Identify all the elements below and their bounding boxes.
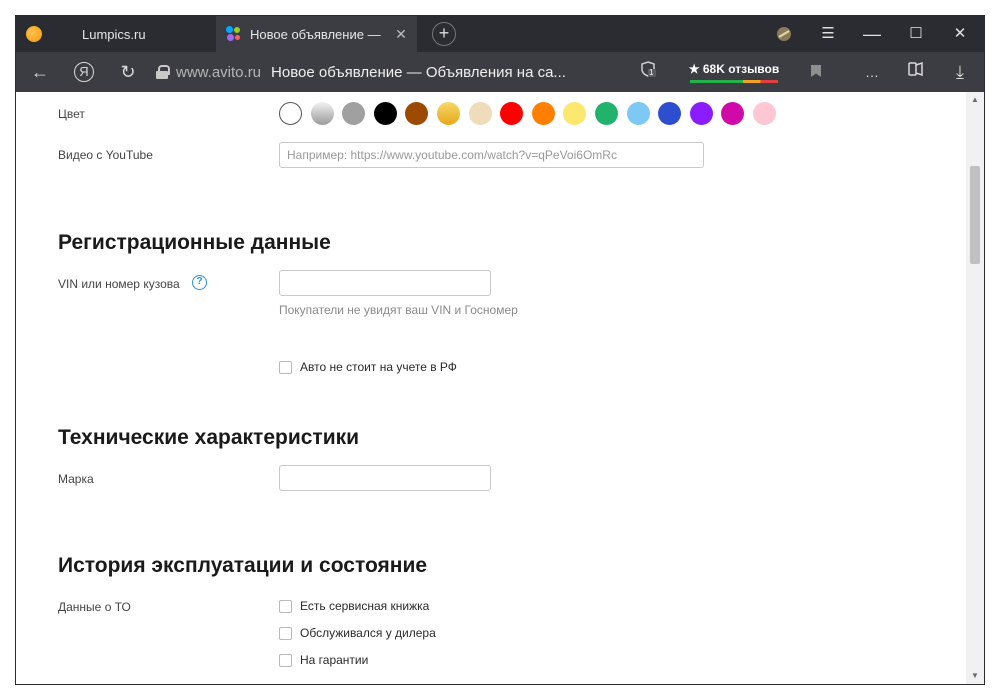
help-icon[interactable]: ?	[192, 275, 207, 290]
history-section-title: История эксплуатации и состояние	[58, 554, 428, 577]
brand-label: Марка	[58, 472, 94, 486]
color-label: Цвет	[58, 107, 85, 121]
tab-avito[interactable]: Новое объявление — О ✕	[216, 16, 417, 52]
service-option[interactable]: Есть сервисная книжка	[279, 598, 429, 614]
youtube-label: Видео с YouTube	[58, 148, 153, 162]
url-page-title: Новое объявление — Объявления на са...	[271, 63, 566, 81]
close-tab-icon[interactable]: ✕	[393, 26, 409, 42]
color-swatch[interactable]	[689, 102, 713, 125]
download-icon[interactable]: ⤓	[948, 60, 972, 84]
lumpics-favicon-icon	[26, 26, 42, 42]
vin-hint: Покупатели не увидят ваш VIN и Госномер	[279, 303, 518, 317]
service-option[interactable]: Обслуживался у дилера	[279, 625, 436, 641]
url-field[interactable]: www.avito.ru Новое объявление — Объявлен…	[156, 57, 646, 87]
service-book-checkbox[interactable]	[279, 599, 292, 613]
scroll-up-icon[interactable]: ▲	[970, 95, 980, 105]
color-swatch[interactable]	[753, 102, 776, 125]
service-option[interactable]: На гарантии	[279, 652, 368, 668]
color-swatch[interactable]	[595, 102, 618, 125]
color-swatch[interactable]	[342, 102, 366, 125]
color-swatch[interactable]	[310, 102, 334, 125]
color-swatch[interactable]	[373, 102, 397, 125]
color-swatch[interactable]	[437, 102, 460, 125]
user-avatar-icon[interactable]	[762, 16, 806, 52]
more-icon[interactable]: …	[860, 60, 884, 84]
hamburger-icon[interactable]: ☰	[806, 16, 850, 52]
vin-input[interactable]	[279, 270, 491, 296]
color-swatch[interactable]	[279, 102, 302, 125]
reviews-button[interactable]: ★ 68K отзывов	[688, 59, 780, 85]
tab-strip: Lumpics.ru Новое объявление — О ✕ + ☰ — …	[16, 16, 984, 52]
minimize-icon[interactable]: —	[850, 16, 894, 52]
color-swatch[interactable]	[626, 102, 650, 125]
color-swatch[interactable]	[468, 102, 492, 125]
service-option-label: Есть сервисная книжка	[300, 599, 430, 613]
arrow-left-icon[interactable]: ←	[28, 60, 52, 84]
service-option-label: Обслуживался у дилера	[300, 626, 436, 640]
not-registered-checkbox[interactable]	[279, 360, 292, 374]
bookmark-icon[interactable]	[804, 60, 828, 84]
new-tab-button[interactable]: +	[432, 22, 456, 46]
rating-bar	[690, 80, 778, 83]
extension-badge: 1	[649, 68, 654, 77]
color-swatch[interactable]	[721, 102, 745, 125]
yandex-icon[interactable]: Я	[72, 60, 96, 84]
reviews-label: ★ 68K отзывов	[688, 62, 780, 76]
service-option-label: На гарантии	[300, 653, 369, 667]
scroll-thumb[interactable]	[970, 166, 980, 264]
color-swatch[interactable]	[658, 102, 682, 125]
url-domain: www.avito.ru	[176, 63, 262, 81]
tab-lumpics[interactable]: Lumpics.ru	[16, 16, 216, 52]
tab-title: Новое объявление — О	[250, 26, 382, 42]
avito-favicon-icon	[226, 26, 242, 42]
color-swatch[interactable]	[405, 102, 429, 125]
collections-icon[interactable]	[904, 60, 928, 84]
not-registered-label: Авто не стоит на учете в РФ	[300, 360, 457, 374]
lock-icon	[156, 65, 170, 79]
color-swatch[interactable]	[500, 102, 524, 125]
youtube-input[interactable]: Например: https://www.youtube.com/watch?…	[279, 142, 704, 168]
brand-input[interactable]	[279, 465, 491, 491]
registration-section-title: Регистрационные данные	[58, 231, 331, 254]
tech-section-title: Технические характеристики	[58, 426, 360, 449]
dealer-service-checkbox[interactable]	[279, 626, 292, 640]
page-scrollbar[interactable]: ▲ ▼	[966, 92, 984, 684]
reload-icon[interactable]: ↻	[116, 60, 140, 84]
youtube-placeholder: Например: https://www.youtube.com/watch?…	[287, 148, 617, 162]
service-label: Данные о ТО	[58, 600, 131, 614]
browser-window: Lumpics.ru Новое объявление — О ✕ + ☰ — …	[16, 16, 984, 684]
address-bar: ← Я ↻ www.avito.ru Новое объявление — Об…	[16, 52, 984, 92]
color-swatch[interactable]	[531, 102, 555, 125]
maximize-icon[interactable]: ☐	[894, 16, 938, 52]
color-swatch[interactable]	[563, 102, 587, 125]
not-registered-checkbox-row[interactable]: Авто не стоит на учете в РФ	[279, 359, 457, 375]
tab-title: Lumpics.ru	[82, 26, 146, 42]
page-content: Цвет Видео с YouTube Например: https://w…	[16, 92, 984, 684]
scroll-down-icon[interactable]: ▼	[970, 671, 980, 681]
protect-shield-icon[interactable]: 1	[636, 60, 660, 84]
vin-label: VIN или номер кузова	[58, 277, 180, 291]
close-icon[interactable]: ✕	[938, 16, 982, 52]
warranty-checkbox[interactable]	[279, 653, 292, 667]
